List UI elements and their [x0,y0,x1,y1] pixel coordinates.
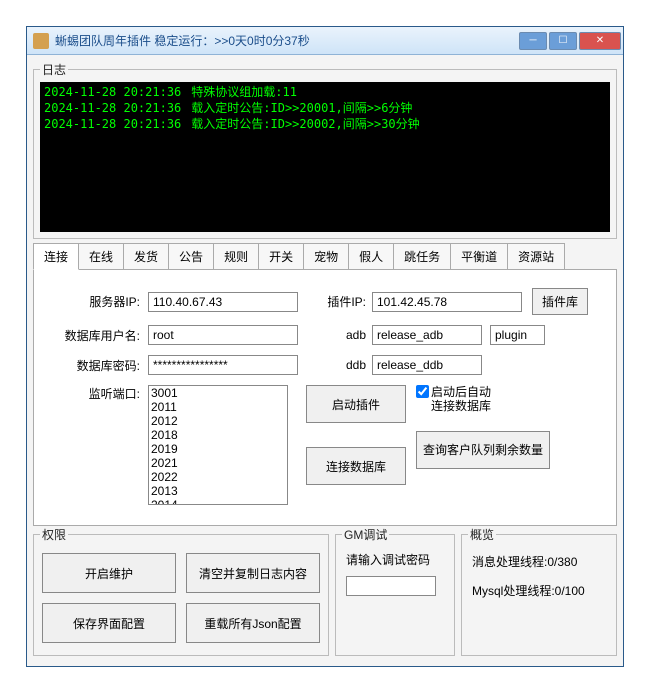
tab-7[interactable]: 假人 [348,243,394,269]
tab-4[interactable]: 规则 [213,243,259,269]
maintenance-button[interactable]: 开启维护 [42,553,176,593]
permission-panel: 权限 开启维护 清空并复制日志内容 保存界面配置 重载所有Json配置 [33,526,329,656]
port-option[interactable]: 2013 [149,484,287,498]
reload-json-button[interactable]: 重载所有Json配置 [186,603,320,643]
log-line: 2024-11-28 20:21:36特殊协议组加载:11 [44,84,606,100]
listen-port-label: 监听端口: [52,385,148,402]
tab-9[interactable]: 平衡道 [450,243,508,269]
save-ui-button[interactable]: 保存界面配置 [42,603,176,643]
tab-strip: 连接在线发货公告规则开关宠物假人跳任务平衡道资源站 [33,243,617,270]
tab-2[interactable]: 发货 [123,243,169,269]
port-option[interactable]: 2019 [149,442,287,456]
tab-3[interactable]: 公告 [168,243,214,269]
log-output: 2024-11-28 20:21:36特殊协议组加载:112024-11-28 … [40,82,610,232]
titlebar: 蜥蜴团队周年插件 稳定运行：>>0天0时0分37秒 ─ ☐ ✕ [27,27,623,55]
db-pass-label: 数据库密码: [52,357,148,374]
permission-legend: 权限 [40,526,68,543]
port-option[interactable]: 2022 [149,470,287,484]
port-option[interactable]: 2018 [149,428,287,442]
ddb-label: ddb [316,358,372,372]
server-ip-input[interactable] [148,292,298,312]
msg-thread-stat: 消息处理线程:0/380 [472,553,606,570]
overview-panel: 概览 消息处理线程:0/380 Mysql处理线程:0/100 [461,526,617,656]
tab-connect-body: 服务器IP: 插件IP: 插件库 数据库用户名: adb 数据库密码: [33,270,617,526]
db-pass-input[interactable] [148,355,298,375]
gm-hint: 请输入调试密码 [346,551,444,568]
port-option[interactable]: 2021 [149,456,287,470]
tab-10[interactable]: 资源站 [507,243,565,269]
log-panel: 日志 2024-11-28 20:21:36特殊协议组加载:112024-11-… [33,61,617,239]
plugin-ip-label: 插件IP: [316,293,372,310]
db-user-input[interactable] [148,325,298,345]
app-icon [33,33,49,49]
adb-input[interactable] [372,325,482,345]
plugin-lib-button[interactable]: 插件库 [532,288,588,315]
gm-legend: GM调试 [342,526,389,543]
gm-password-input[interactable] [346,576,436,596]
tab-1[interactable]: 在线 [78,243,124,269]
query-queue-button[interactable]: 查询客户队列剩余数量 [416,431,550,469]
tab-0[interactable]: 连接 [33,243,79,270]
log-line: 2024-11-28 20:21:36载入定时公告:ID>>20002,间隔>>… [44,116,606,132]
overview-legend: 概览 [468,526,496,543]
close-button[interactable]: ✕ [579,32,621,50]
connect-db-button[interactable]: 连接数据库 [306,447,406,485]
tab-8[interactable]: 跳任务 [393,243,451,269]
log-legend: 日志 [40,61,68,78]
port-option[interactable]: 2012 [149,414,287,428]
gm-debug-panel: GM调试 请输入调试密码 [335,526,455,656]
adb-label: adb [316,328,372,342]
plugin-field-input[interactable] [490,325,545,345]
maximize-button[interactable]: ☐ [549,32,577,50]
port-option[interactable]: 3001 [149,386,287,400]
port-option[interactable]: 2014 [149,498,287,505]
port-option[interactable]: 2011 [149,400,287,414]
plugin-ip-input[interactable] [372,292,522,312]
auto-connect-checkbox[interactable] [416,385,429,398]
tab-5[interactable]: 开关 [258,243,304,269]
clear-log-button[interactable]: 清空并复制日志内容 [186,553,320,593]
port-listbox[interactable]: 3001201120122018201920212022201320143306 [148,385,288,505]
auto-connect-label: 启动后自动连接数据库 [431,385,500,413]
mysql-thread-stat: Mysql处理线程:0/100 [472,582,606,599]
ddb-input[interactable] [372,355,482,375]
log-line: 2024-11-28 20:21:36载入定时公告:ID>>20001,间隔>>… [44,100,606,116]
tab-6[interactable]: 宠物 [303,243,349,269]
window-title: 蜥蜴团队周年插件 稳定运行：>>0天0时0分37秒 [55,32,519,49]
db-user-label: 数据库用户名: [52,327,148,344]
start-plugin-button[interactable]: 启动插件 [306,385,406,423]
server-ip-label: 服务器IP: [52,293,148,310]
minimize-button[interactable]: ─ [519,32,547,50]
